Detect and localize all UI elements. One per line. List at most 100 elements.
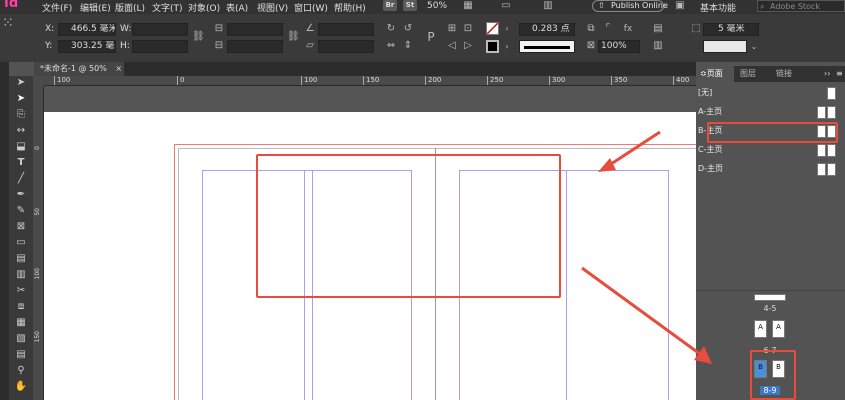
scale-y-field[interactable] (227, 40, 283, 53)
content-collector-icon[interactable]: ⬓ (11, 140, 31, 154)
screen-mode-icon[interactable]: ▭ (500, 0, 512, 12)
flip-horizontal-icon[interactable]: ⇔ (385, 40, 397, 52)
document-tab[interactable]: *未命名-1 @ 50% × (34, 62, 124, 76)
text-wrap-icon[interactable]: ⧉ (585, 23, 597, 35)
master-thumb[interactable] (817, 106, 826, 119)
constrain-proportions-icon[interactable]: ⛓ (192, 31, 205, 43)
master-d[interactable]: D-主页 (698, 161, 723, 177)
fill-swatch[interactable] (486, 22, 499, 35)
flip-vertical-icon[interactable]: ⇕ (402, 40, 414, 52)
reference-point-icon[interactable]: ⁙ (2, 16, 14, 30)
corner-options-icon[interactable]: ⌜ (602, 23, 614, 35)
height-field[interactable] (132, 40, 188, 53)
panel-collapse-icon[interactable]: ›› (824, 66, 830, 82)
opacity-field[interactable]: 100% (598, 40, 640, 53)
master-thumb[interactable] (827, 163, 836, 176)
page-tool-icon[interactable]: ⎘ (11, 108, 31, 122)
menu-edit[interactable]: 编辑(E) (80, 1, 111, 14)
zoom-level[interactable]: 50% (427, 1, 447, 11)
tab-links[interactable]: 链接 (776, 66, 792, 82)
direct-selection-tool-icon[interactable]: ➤ (11, 92, 31, 106)
y-position-field[interactable]: 303.25 毫米 (58, 40, 116, 53)
stroke-swatch[interactable] (486, 40, 499, 53)
rotate-cw-icon[interactable]: ↻ (385, 23, 397, 35)
pen-tool-icon[interactable]: ✒ (11, 188, 31, 202)
workspace-switcher[interactable]: 基本功能 (700, 1, 736, 14)
frame-style-dropdown[interactable] (703, 40, 747, 53)
master-thumb[interactable] (817, 163, 826, 176)
note-tool-icon[interactable]: ▤ (11, 348, 31, 362)
panel-menu-icon[interactable]: ≡ (836, 66, 843, 82)
selection-tool-icon[interactable]: ➤ (11, 76, 31, 90)
link-scale-icon[interactable]: ⛓ (287, 31, 300, 43)
distribute-icon[interactable]: ▥ (652, 40, 664, 52)
menu-type[interactable]: 文字(T) (152, 1, 183, 14)
rectangle-frame-tool-icon[interactable]: ⊠ (11, 220, 31, 234)
menu-file[interactable]: 文件(F) (42, 1, 72, 14)
window-icon[interactable]: ▣ (674, 0, 686, 12)
menu-view[interactable]: 视图(V) (257, 1, 288, 14)
hand-tool-icon[interactable]: ✋ (11, 380, 31, 394)
chevron-down-icon[interactable]: ⌄ (748, 41, 760, 53)
menu-help[interactable]: 帮助(H) (334, 1, 366, 14)
x-position-field[interactable]: 466.5 毫米 (58, 23, 116, 36)
page-thumb[interactable]: A (772, 320, 785, 338)
type-tool-icon[interactable]: T (11, 156, 31, 170)
close-icon[interactable]: × (115, 64, 122, 73)
auto-fit-icon[interactable]: ⬚ (690, 23, 702, 35)
stroke-dropdown-icon[interactable]: › (501, 41, 513, 53)
free-transform-tool-icon[interactable]: ⧈ (11, 300, 31, 314)
master-thumb[interactable] (827, 87, 836, 100)
menu-window[interactable]: 窗口(W) (294, 1, 328, 14)
vertical-grid-tool-icon[interactable]: ▥ (11, 268, 31, 282)
arrange-documents-icon[interactable]: ▥ (542, 0, 554, 12)
align-icon[interactable]: ▤ (652, 23, 664, 35)
spread-thumb-4-5[interactable] (754, 294, 786, 301)
gradient-feather-tool-icon[interactable]: ▧ (11, 332, 31, 346)
shear-field[interactable] (318, 40, 374, 53)
line-tool-icon[interactable]: ╱ (11, 172, 31, 186)
master-thumb[interactable] (827, 144, 836, 157)
annotation-arrow (581, 266, 701, 356)
page-thumb[interactable]: A (754, 320, 767, 338)
scissors-tool-icon[interactable]: ✂ (11, 284, 31, 298)
gradient-swatch-tool-icon[interactable]: ▦ (11, 316, 31, 330)
master-none[interactable]: [无] (698, 85, 712, 101)
select-previous-icon[interactable]: ◁ (446, 40, 458, 52)
select-content-icon[interactable]: ⊡ (462, 23, 474, 35)
master-c[interactable]: C-主页 (698, 142, 722, 158)
menu-table[interactable]: 表(A) (226, 1, 248, 14)
bridge-button[interactable]: Br (383, 0, 397, 11)
rotation-field[interactable] (318, 23, 374, 36)
menu-object[interactable]: 对象(O) (188, 1, 220, 14)
horizontal-grid-tool-icon[interactable]: ▤ (11, 252, 31, 266)
stroke-type-dropdown[interactable] (519, 40, 575, 53)
gap-tool-icon[interactable]: ↔ (11, 124, 31, 138)
rectangle-tool-icon[interactable]: ▭ (11, 236, 31, 250)
stock-button[interactable]: St (403, 0, 417, 11)
width-field[interactable] (132, 23, 188, 36)
tab-layers[interactable]: 图层 (740, 66, 756, 82)
scale-x-field[interactable] (227, 23, 283, 36)
select-next-icon[interactable]: ▷ (462, 40, 474, 52)
type-on-path-icon[interactable]: P (425, 31, 437, 43)
master-thumb[interactable] (827, 106, 836, 119)
master-thumb[interactable] (817, 144, 826, 157)
rotate-ccw-icon[interactable]: ↺ (402, 23, 414, 35)
effects-icon[interactable]: fx (622, 23, 634, 35)
tab-pages[interactable]: ≎页面 (696, 66, 734, 82)
stroke-weight-field[interactable]: 0.283 点 (519, 23, 575, 36)
ruler-origin[interactable] (33, 76, 44, 86)
horizontal-ruler[interactable]: 100 0 100 150 200 250 300 350 400 (44, 76, 696, 86)
eyedropper-tool-icon[interactable]: ⚲ (11, 364, 31, 378)
select-container-icon[interactable]: ⊞ (446, 23, 458, 35)
view-options-icon[interactable]: ▦ (462, 0, 474, 12)
publish-online-button[interactable]: ⇧ Publish Online (592, 0, 668, 12)
master-a[interactable]: A-主页 (698, 104, 722, 120)
adobe-stock-search[interactable]: ⌕ Adobe Stock (757, 0, 845, 12)
pencil-tool-icon[interactable]: ✎ (11, 204, 31, 218)
gap-field[interactable]: 5 毫米 (703, 23, 759, 36)
fill-dropdown-icon[interactable]: › (501, 23, 513, 35)
menu-layout[interactable]: 版面(L) (115, 1, 145, 14)
vertical-ruler[interactable]: 0 50 100 150 (33, 86, 44, 400)
